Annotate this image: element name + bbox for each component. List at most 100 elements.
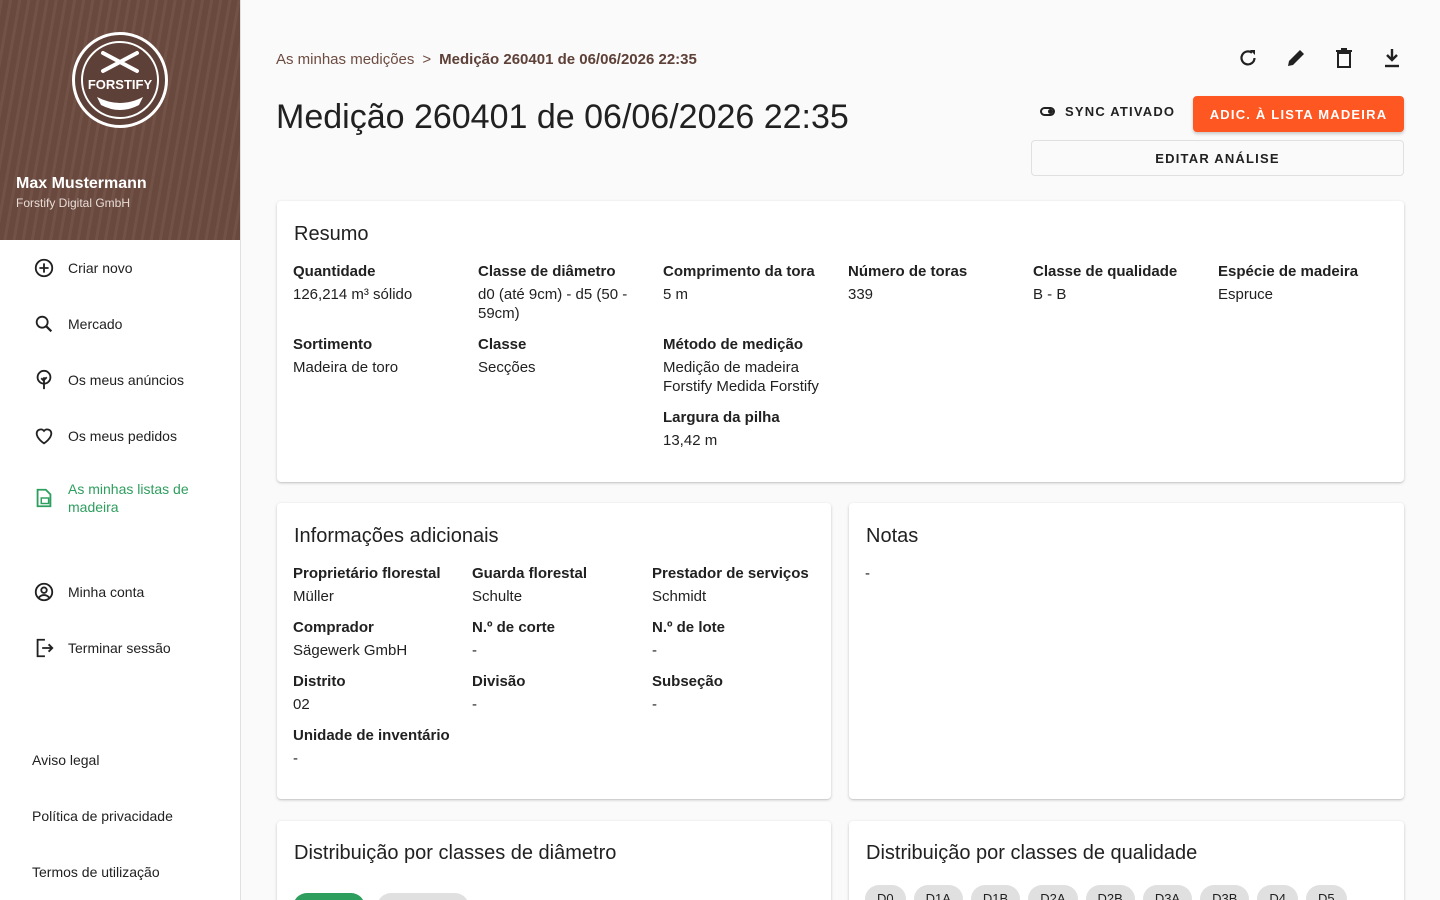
notes-card: Notas - [849,503,1404,799]
notes-value: - [865,565,870,582]
refresh-icon[interactable] [1236,46,1260,70]
field-value: Schulte [472,588,523,605]
field-value: 13,42 m [663,432,718,449]
field-label: Prestador de serviços [652,565,809,582]
field-wood-species: Espécie de madeira Espruce [1218,262,1388,304]
sidebar-item-label: Mercado [68,316,123,332]
field-label: Distrito [293,673,346,690]
field-cutting-no: N.º de corte - [472,618,642,660]
timber-list-icon [36,488,52,508]
sidebar-item-logout[interactable]: Terminar sessão [0,620,240,676]
sync-toggle[interactable]: SYNC ATIVADO [1040,104,1175,119]
forstify-logo[interactable]: FORSTIFY [72,32,168,128]
field-value: 02 [293,696,310,713]
chip-active[interactable] [293,893,365,900]
quality-chip-d3a[interactable]: D3A [1142,885,1193,900]
field-value: Espruce [1218,286,1274,303]
field-label: Classe de diâmetro [478,263,616,280]
heart-icon [35,428,53,445]
quality-chip-d4[interactable]: D4 [1257,885,1299,900]
edit-icon[interactable] [1284,46,1308,70]
add-to-timber-list-button[interactable]: ADIC. À LISTA MADEIRA [1193,96,1404,132]
quality-chip-d2a[interactable]: D2A [1028,885,1078,900]
download-icon[interactable] [1380,46,1404,70]
field-value: - [652,696,657,713]
quality-chip-d2b[interactable]: D2B [1085,885,1135,900]
user-company: Forstify Digital GmbH [16,196,131,210]
field-district: Distrito 02 [293,672,463,714]
field-label: N.º de corte [472,619,555,636]
notes-title: Notas [866,525,919,547]
field-label: Classe de qualidade [1033,263,1178,280]
page-title: Medição 260401 de 06/06/2026 22:35 [276,98,849,136]
quality-chip-d3b[interactable]: D3B [1200,885,1250,900]
quality-chip-d5[interactable]: D5 [1306,885,1347,900]
sidebar-item-label: Terminar sessão [68,640,171,656]
chip[interactable] [377,893,470,900]
breadcrumb: As minhas medições > Medição 260401 de 0… [276,51,697,68]
legal-links: Aviso legal Política de privacidade Term… [0,732,240,900]
search-icon [35,315,53,333]
edit-analysis-button[interactable]: EDITAR ANÁLISE [1031,140,1404,176]
field-buyer: Comprador Sägewerk GmbH [293,618,463,660]
sidebar-item-my-ads[interactable]: Os meus anúncios [0,352,240,408]
field-value: Secções [478,359,536,376]
quality-chip-d1b[interactable]: D1B [970,885,1021,900]
field-label: Comprador [293,619,374,636]
terms-link[interactable]: Termos de utilização [0,844,240,900]
profile-header: FORSTIFY Max Mustermann Forstify Digital… [0,0,240,240]
field-label: Subseção [652,673,723,690]
field-quality-class: Classe de qualidade B - B [1033,262,1203,304]
tree-icon [36,369,52,390]
toolbar [1236,46,1404,70]
field-value: 5 m [663,286,689,303]
breadcrumb-parent[interactable]: As minhas medições [276,51,414,68]
field-label: Largura da pilha [663,409,780,426]
sidebar-item-label: Os meus anúncios [68,372,184,388]
field-lot-no: N.º de lote - [652,618,822,660]
sidebar-item-create[interactable]: Criar novo [0,240,240,296]
field-value: - [652,642,657,659]
field-log-length: Comprimento da tora 5 m [663,262,838,304]
sidebar-item-my-account[interactable]: Minha conta [0,564,240,620]
field-measurement-method: Método de medição Medição de madeira For… [663,335,838,396]
field-diameter-class: Classe de diâmetro d0 (até 9cm) - d5 (50… [478,262,648,323]
quality-distribution-card: Distribuição por classes de qualidade D0… [849,821,1404,900]
diameter-chip-group [293,893,477,900]
sidebar-item-market[interactable]: Mercado [0,296,240,352]
field-service-provider: Prestador de serviços Schmidt [652,564,822,606]
breadcrumb-current: Medição 260401 de 06/06/2026 22:35 [439,51,697,68]
quality-distribution-title: Distribuição por classes de qualidade [866,842,1198,864]
field-value: Sägewerk GmbH [293,642,408,659]
field-value: Medição de madeira Forstify Medida Forst… [663,359,819,395]
field-label: N.º de lote [652,619,725,636]
quality-chip-d1a[interactable]: D1A [913,885,963,900]
sidebar-item-label: As minhas listas de madeira [68,481,189,515]
quality-chip-d0[interactable]: D0 [865,885,906,900]
field-subsection: Subseção - [652,672,822,714]
imprint-link[interactable]: Aviso legal [0,732,240,788]
sidebar-item-label: Minha conta [68,584,145,600]
field-inventory-unit: Unidade de inventário - [293,726,493,768]
field-quantity: Quantidade 126,214 m³ sólido [293,262,463,304]
field-assortment: Sortimento Madeira de toro [293,335,463,377]
field-label: Unidade de inventário [293,727,450,744]
field-value: B - B [1033,286,1067,303]
diameter-distribution-title: Distribuição por classes de diâmetro [294,842,617,864]
logout-icon [36,638,54,658]
field-forest-owner: Proprietário florestal Müller [293,564,463,606]
user-name: Max Mustermann [16,175,147,192]
field-pile-width: Largura da pilha 13,42 m [663,408,838,450]
sidebar-item-my-orders[interactable]: Os meus pedidos [0,408,240,464]
diameter-distribution-card: Distribuição por classes de diâmetro [277,821,831,900]
sidebar-item-my-timber-lists[interactable]: As minhas listas de madeira [0,464,240,532]
privacy-link[interactable]: Política de privacidade [0,788,240,844]
field-value: - [472,642,477,659]
field-label: Número de toras [848,263,968,280]
field-label: Proprietário florestal [293,565,441,582]
field-value: - [472,696,477,713]
toggle-icon [1040,107,1055,116]
delete-icon[interactable] [1332,46,1356,70]
quality-chip-group: D0 D1A D1B D2A D2B D3A D3B D4 D5 [865,885,1355,900]
